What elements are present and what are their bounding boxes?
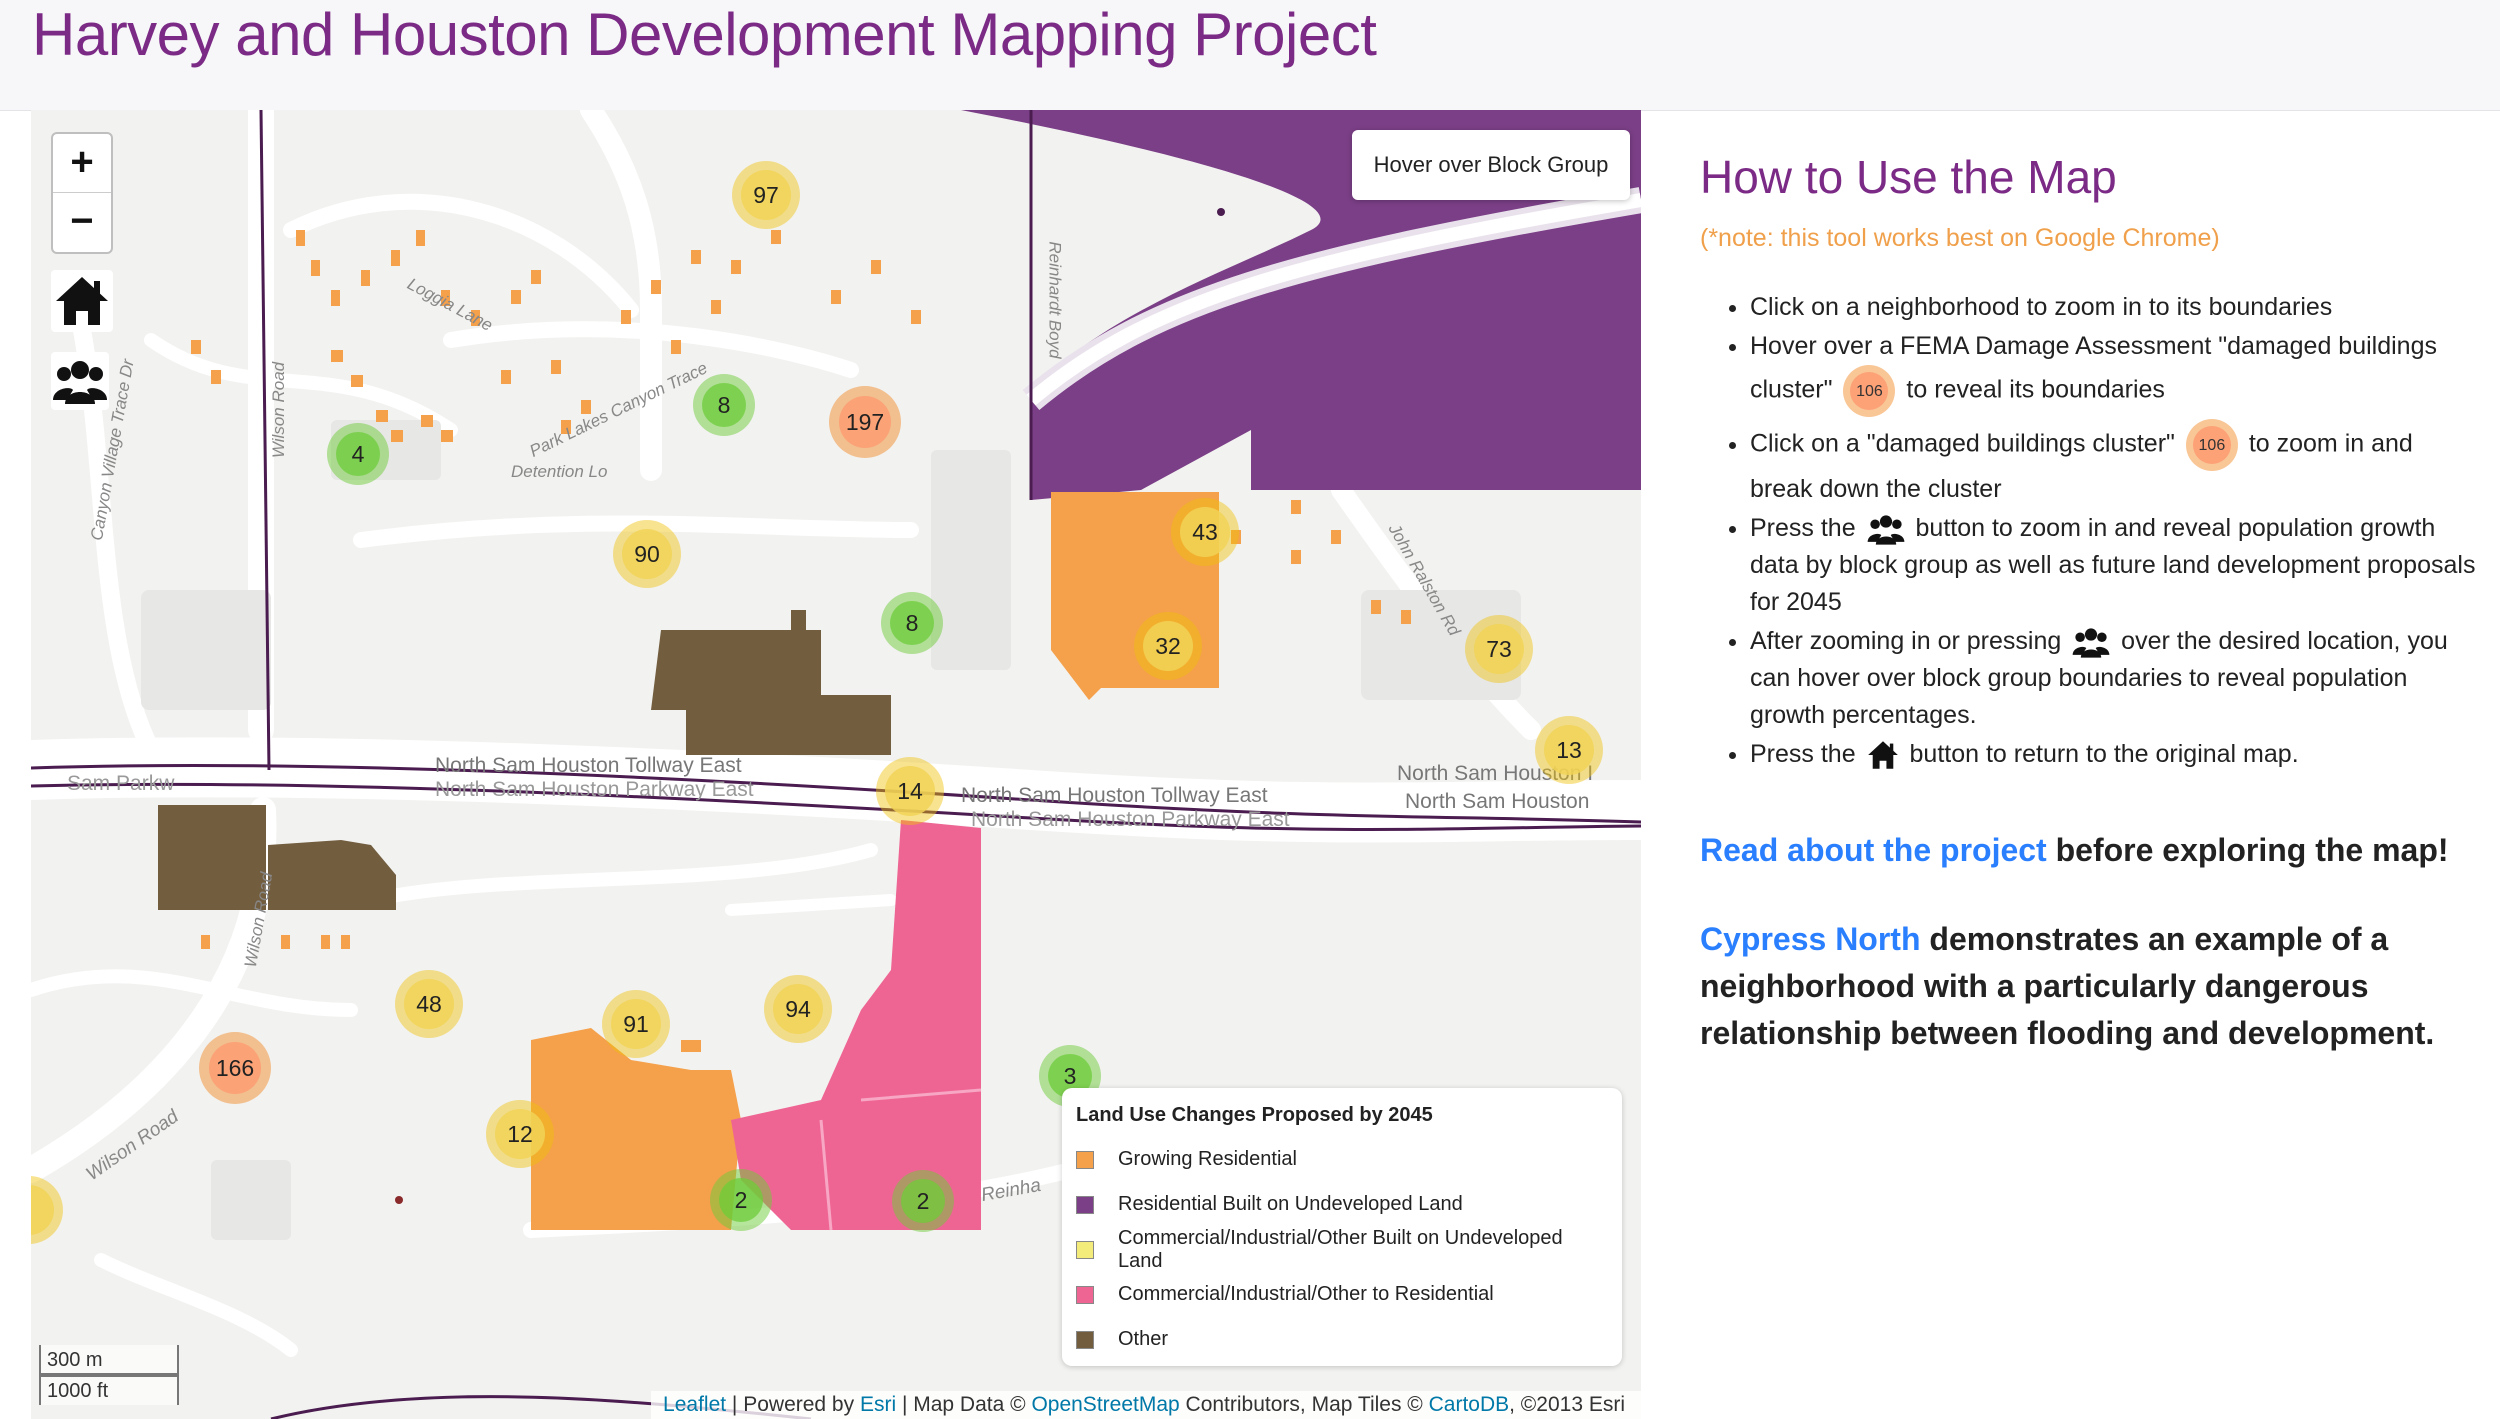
map-container[interactable]: Loggia Lane Park Lakes Canyon Trace Dete…: [31, 110, 1641, 1419]
cluster-marker[interactable]: 14: [876, 757, 944, 825]
leaflet-link[interactable]: Leaflet: [663, 1393, 726, 1416]
cluster-marker[interactable]: 73: [1465, 615, 1533, 683]
zoom-control: + −: [51, 132, 113, 254]
legend-label: Growing Residential: [1118, 1148, 1297, 1170]
scale-imperial: 1000 ft: [39, 1375, 179, 1405]
home-icon: [1867, 741, 1898, 770]
street-label-detention: Detention Lo: [511, 462, 608, 481]
cypress-north-paragraph: Cypress North demonstrates an example of…: [1700, 921, 2435, 1051]
street-label-tollway-3: North Sam Houston Tollway East: [961, 784, 1268, 807]
map-attribution: Leaflet | Powered by Esri | Map Data © O…: [651, 1391, 1641, 1419]
openstreetmap-link[interactable]: OpenStreetMap: [1031, 1393, 1179, 1416]
cypress-north-link[interactable]: Cypress North: [1700, 921, 1921, 957]
cluster-marker[interactable]: 8: [693, 374, 755, 436]
instructions-list: Click on a neighborhood to zoom in to it…: [1700, 289, 2480, 773]
header-bar: Harvey and Houston Development Mapping P…: [0, 0, 2500, 111]
cluster-marker[interactable]: 2: [710, 1169, 772, 1231]
legend-swatch: [1076, 1285, 1094, 1304]
cluster-marker[interactable]: 32: [1134, 612, 1202, 680]
legend-title: Land Use Changes Proposed by 2045: [1076, 1104, 1433, 1126]
list-item: Click on a neighborhood to zoom in to it…: [1750, 289, 2480, 326]
legend-item: Commercial/Industrial/Other to Residenti…: [1076, 1272, 1608, 1317]
cartodb-link[interactable]: CartoDB: [1429, 1393, 1510, 1416]
street-label-sam-parkw: Sam Parkw: [67, 772, 175, 795]
legend-label: Other: [1118, 1328, 1169, 1350]
home-icon: [56, 277, 108, 325]
list-item: Hover over a FEMA Damage Assessment "dam…: [1750, 328, 2480, 417]
read-about-paragraph: Read about the project before exploring …: [1700, 832, 2449, 868]
cluster-example-icon: 106: [1843, 365, 1896, 417]
cluster-example-icon: 106: [2185, 419, 2238, 471]
legend-swatch: [1076, 1240, 1094, 1259]
zoom-out-button[interactable]: −: [53, 193, 111, 251]
legend-label: Residential Built on Undeveloped Land: [1118, 1193, 1463, 1215]
legend-item: Residential Built on Undeveloped Land: [1076, 1182, 1608, 1227]
instructions-title: How to Use the Map: [1700, 151, 2117, 203]
street-label-tollway-6: North Sam Houston: [1405, 790, 1590, 813]
street-label-tollway-1: North Sam Houston Tollway East: [435, 754, 742, 777]
cluster-marker[interactable]: 13: [1535, 716, 1603, 784]
cluster-marker[interactable]: 197: [829, 386, 901, 458]
scale-metric: 300 m: [39, 1345, 179, 1375]
users-icon: [53, 361, 107, 404]
legend-swatch: [1076, 1330, 1094, 1349]
cluster-marker[interactable]: 43: [1171, 498, 1239, 566]
legend-swatch: [1076, 1195, 1094, 1214]
browser-note: (*note: this tool works best on Google C…: [1700, 224, 2220, 252]
street-label-tollway-2: North Sam Houston Parkway East: [435, 778, 754, 801]
legend-item: Commercial/Industrial/Other Built on Und…: [1076, 1227, 1608, 1272]
home-button[interactable]: [51, 270, 113, 332]
list-item: Click on a "damaged buildings cluster" 1…: [1750, 419, 2480, 508]
cluster-marker[interactable]: 8: [881, 592, 943, 654]
legend-item: Other: [1076, 1317, 1608, 1362]
list-item: After zooming in or pressing over the de…: [1750, 623, 2480, 734]
page-title: Harvey and Houston Development Mapping P…: [32, 1, 1377, 68]
street-label-wilson-north: Wilson Road: [269, 361, 289, 459]
cluster-marker[interactable]: 48: [395, 970, 463, 1038]
legend-label: Commercial/Industrial/Other Built on Und…: [1118, 1226, 1563, 1272]
list-item: Press the button to return to the origin…: [1750, 736, 2480, 773]
zoom-in-button[interactable]: +: [53, 134, 111, 193]
read-about-link[interactable]: Read about the project: [1700, 832, 2047, 868]
cluster-marker[interactable]: 2: [892, 1170, 954, 1232]
cluster-marker[interactable]: 166: [199, 1032, 271, 1104]
cluster-marker[interactable]: 94: [764, 975, 832, 1043]
legend-label: Commercial/Industrial/Other to Residenti…: [1118, 1283, 1494, 1305]
esri-link[interactable]: Esri: [860, 1393, 896, 1416]
street-label-reinhardt: Reinhardt Boyd: [1045, 241, 1065, 359]
instructions-sidebar: How to Use the Map (*note: this tool wor…: [1700, 150, 2480, 1057]
hover-info-panel: Hover over Block Group: [1352, 130, 1630, 200]
cluster-marker[interactable]: 97: [732, 161, 800, 229]
scale-bar: 300 m 1000 ft: [39, 1345, 179, 1405]
cluster-marker[interactable]: 91: [602, 990, 670, 1058]
users-icon: [2072, 628, 2110, 659]
legend-item: Growing Residential: [1076, 1137, 1608, 1182]
legend-swatch: [1076, 1150, 1094, 1169]
cluster-marker[interactable]: 12: [486, 1100, 554, 1168]
list-item: Press the button to zoom in and reveal p…: [1750, 510, 2480, 621]
cluster-marker[interactable]: 4: [327, 423, 389, 485]
cluster-marker[interactable]: 90: [613, 520, 681, 588]
users-icon: [1867, 515, 1904, 546]
street-label-tollway-4: North Sam Houston Parkway East: [971, 808, 1290, 831]
map-legend: Land Use Changes Proposed by 2045 Growin…: [1062, 1088, 1622, 1366]
population-button[interactable]: [51, 352, 109, 410]
